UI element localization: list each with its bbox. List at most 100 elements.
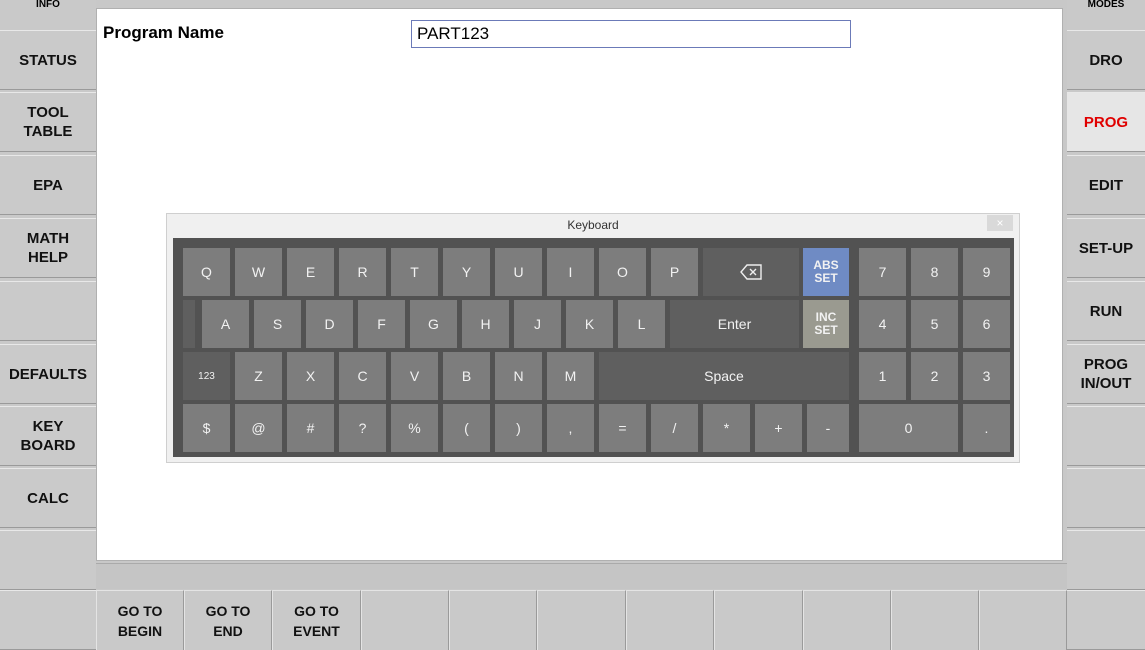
defaults-button[interactable]: DEFAULTS (0, 344, 96, 404)
key-3[interactable]: 3 (963, 352, 1010, 400)
key-7[interactable]: 7 (859, 248, 906, 296)
edit-button[interactable]: EDIT (1067, 155, 1145, 215)
modes-panel: MODES DRO PROG EDIT SET-UP RUN PROG IN/O… (1067, 0, 1145, 650)
prog-in-out-button[interactable]: PROG IN/OUT (1067, 344, 1145, 404)
epa-button[interactable]: EPA (0, 155, 96, 215)
key-b[interactable]: B (443, 352, 490, 400)
key-w[interactable]: W (235, 248, 282, 296)
key-s[interactable]: S (254, 300, 301, 348)
key-q[interactable]: Q (183, 248, 230, 296)
abs-set-key[interactable]: ABS SET (803, 248, 849, 296)
setup-button[interactable]: SET-UP (1067, 218, 1145, 278)
program-name-input[interactable] (411, 20, 851, 48)
tool-table-button[interactable]: TOOL TABLE (0, 92, 96, 152)
dro-button[interactable]: DRO (1067, 30, 1145, 90)
empty-left-button-10[interactable] (0, 590, 96, 650)
run-button[interactable]: RUN (1067, 281, 1145, 341)
go-to-begin-button[interactable]: GO TO BEGIN (96, 590, 184, 650)
keyboard-button[interactable]: KEY BOARD (0, 406, 96, 466)
key-2[interactable]: 2 (911, 352, 958, 400)
bottom-softkey-9[interactable] (803, 590, 891, 650)
key-o[interactable]: O (599, 248, 646, 296)
empty-right-button-10[interactable] (1067, 590, 1145, 650)
space-key[interactable]: Space (599, 352, 849, 400)
key-dollar[interactable]: $ (183, 404, 230, 452)
bottom-softkey-4[interactable] (361, 590, 449, 650)
key-a[interactable]: A (202, 300, 249, 348)
key-hash[interactable]: # (287, 404, 334, 452)
key-plus[interactable]: + (755, 404, 802, 452)
key-question[interactable]: ? (339, 404, 386, 452)
calc-button[interactable]: CALC (0, 468, 96, 528)
empty-right-button-9[interactable] (1067, 530, 1145, 590)
key-j[interactable]: J (514, 300, 561, 348)
empty-left-button-5[interactable] (0, 281, 96, 341)
bottom-softkey-11[interactable] (979, 590, 1067, 650)
key-r[interactable]: R (339, 248, 386, 296)
key-9[interactable]: 9 (963, 248, 1010, 296)
key-minus[interactable]: - (807, 404, 849, 452)
key-asterisk[interactable]: * (703, 404, 750, 452)
cnc-app-window: INFO STATUS TOOL TABLE EPA MATH HELP DEF… (0, 0, 1145, 650)
key-open-paren[interactable]: ( (443, 404, 490, 452)
key-8[interactable]: 8 (911, 248, 958, 296)
key-0[interactable]: 0 (859, 404, 958, 452)
key-k[interactable]: K (566, 300, 613, 348)
key-l[interactable]: L (618, 300, 665, 348)
empty-right-button-7[interactable] (1067, 406, 1145, 466)
info-header: INFO (36, 0, 60, 10)
math-help-button[interactable]: MATH HELP (0, 218, 96, 278)
key-t[interactable]: T (391, 248, 438, 296)
key-n[interactable]: N (495, 352, 542, 400)
mode-123-key[interactable]: 123 (183, 352, 230, 400)
key-4[interactable]: 4 (859, 300, 906, 348)
prog-button[interactable]: PROG (1067, 92, 1145, 152)
status-button[interactable]: STATUS (0, 30, 96, 90)
empty-right-button-8[interactable] (1067, 468, 1145, 528)
key-g[interactable]: G (410, 300, 457, 348)
go-to-end-button[interactable]: GO TO END (184, 590, 272, 650)
go-to-event-button[interactable]: GO TO EVENT (272, 590, 361, 650)
key-y[interactable]: Y (443, 248, 490, 296)
bottom-softkey-5[interactable] (449, 590, 537, 650)
close-icon[interactable]: × (987, 215, 1013, 231)
key-1[interactable]: 1 (859, 352, 906, 400)
key-x[interactable]: X (287, 352, 334, 400)
keyboard-panel: Q W E R T Y U I O P ABS SET 7 8 9 A S D … (173, 238, 1014, 457)
bottom-softkey-6[interactable] (537, 590, 626, 650)
empty-left-button-9[interactable] (0, 530, 96, 590)
bottom-softkey-10[interactable] (891, 590, 979, 650)
key-dot[interactable]: . (963, 404, 1010, 452)
key-slash[interactable]: / (651, 404, 698, 452)
key-u[interactable]: U (495, 248, 542, 296)
key-percent[interactable]: % (391, 404, 438, 452)
key-d[interactable]: D (306, 300, 353, 348)
inc-set-key[interactable]: INC SET (803, 300, 849, 348)
bottom-softkey-7[interactable] (626, 590, 714, 650)
status-strip (96, 563, 1067, 589)
keyboard-title: Keyboard (567, 218, 619, 232)
enter-key[interactable]: Enter (670, 300, 799, 348)
key-c[interactable]: C (339, 352, 386, 400)
key-m[interactable]: M (547, 352, 594, 400)
bottom-softkey-8[interactable] (714, 590, 803, 650)
key-e[interactable]: E (287, 248, 334, 296)
key-comma[interactable]: , (547, 404, 594, 452)
key-5[interactable]: 5 (911, 300, 958, 348)
program-name-label: Program Name (103, 23, 224, 42)
info-panel: INFO STATUS TOOL TABLE EPA MATH HELP DEF… (0, 0, 96, 650)
key-at[interactable]: @ (235, 404, 282, 452)
modes-header: MODES (1087, 0, 1125, 10)
key-z[interactable]: Z (235, 352, 282, 400)
key-i[interactable]: I (547, 248, 594, 296)
row2-spacer-key (183, 300, 195, 348)
key-f[interactable]: F (358, 300, 405, 348)
key-close-paren[interactable]: ) (495, 404, 542, 452)
keyboard-window: Keyboard × Q W E R T Y U I O P ABS SET 7… (166, 213, 1020, 463)
backspace-key[interactable] (703, 248, 799, 296)
key-equals[interactable]: = (599, 404, 646, 452)
key-p[interactable]: P (651, 248, 698, 296)
key-h[interactable]: H (462, 300, 509, 348)
key-v[interactable]: V (391, 352, 438, 400)
key-6[interactable]: 6 (963, 300, 1010, 348)
